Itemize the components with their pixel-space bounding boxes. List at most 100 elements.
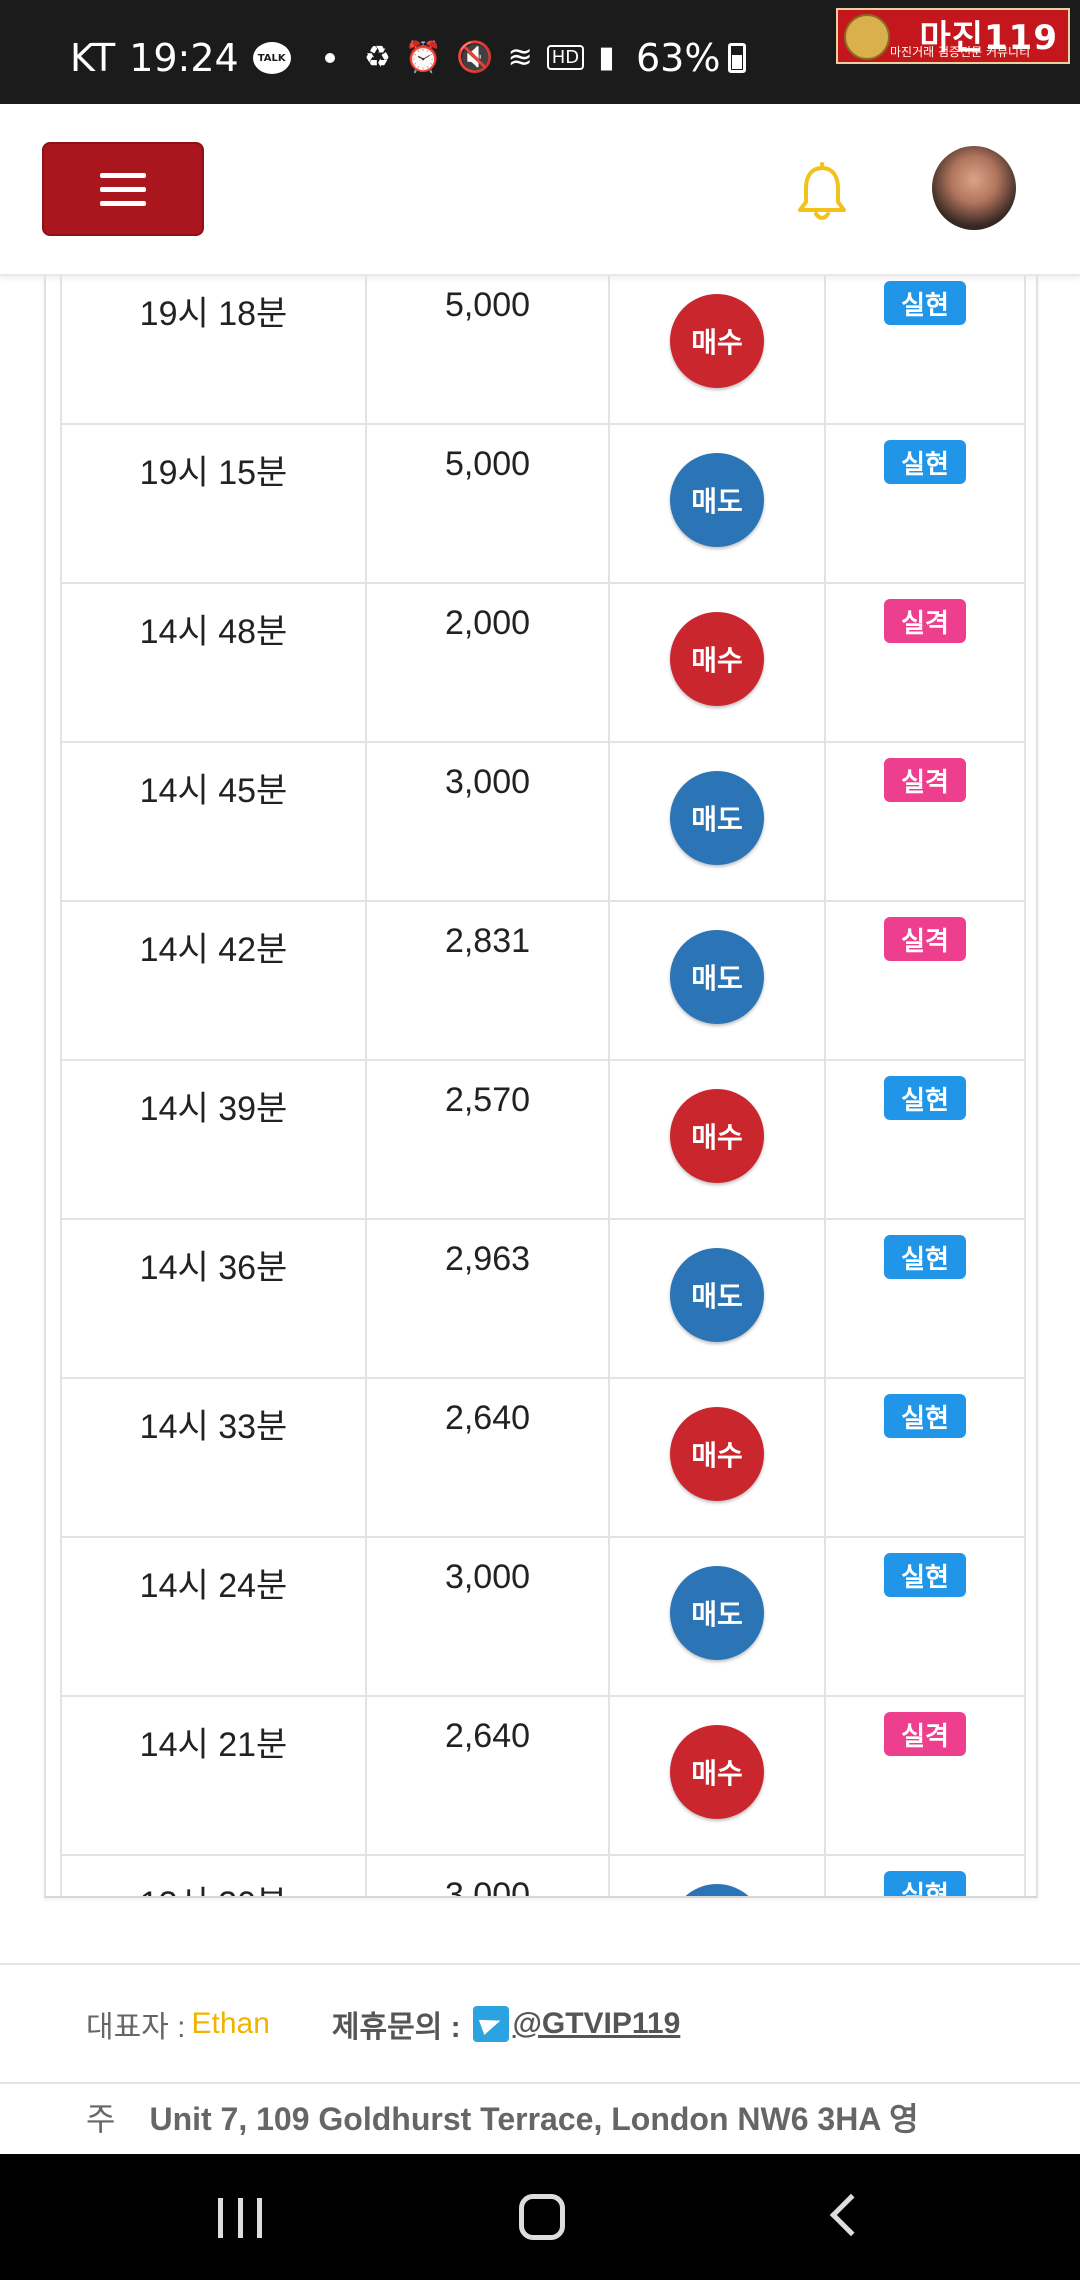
side-cell: 매도 — [610, 1538, 826, 1697]
result-cell: 실현 — [826, 276, 1026, 425]
result-badge: 실현 — [884, 1076, 966, 1120]
address-key: 주 — [86, 2101, 116, 2137]
time-text: 13시 30분 — [62, 1876, 365, 1896]
contact-link[interactable]: @GTVIP119 — [513, 2007, 681, 2041]
rep-name: Ethan — [191, 2007, 270, 2040]
wifi-icon: ≋ — [507, 40, 533, 75]
time-cell: 14시 39분 — [60, 1061, 367, 1220]
amount-text: 3,000 — [444, 763, 531, 801]
result-badge: 실현 — [884, 1553, 966, 1597]
hd-icon: HD — [546, 45, 585, 70]
table-row: 14시 36분 2,963 매도 실현 — [60, 1220, 1026, 1379]
side-buy-badge: 매수 — [670, 612, 764, 706]
time-cell: 13시 30분 — [60, 1856, 367, 1896]
logo-subtitle: 마진거래 검증전문 커뮤니티 — [890, 45, 1031, 59]
result-badge: 실격 — [884, 1712, 966, 1756]
table-row: 14시 48분 2,000 매수 실격 — [60, 584, 1026, 743]
app-header — [0, 104, 1080, 276]
amount-text: 2,640 — [444, 1399, 531, 1437]
result-badge: 실현 — [884, 1871, 966, 1896]
result-cell: 실격 — [826, 584, 1026, 743]
status-left: KT 19:24 TALK — [70, 36, 335, 80]
side-cell: 매수 — [610, 584, 826, 743]
amount-text: 2,640 — [444, 1717, 531, 1755]
side-sell-badge: 매도 — [670, 930, 764, 1024]
telegram-icon[interactable] — [472, 2006, 509, 2042]
result-badge: 실현 — [884, 1394, 966, 1438]
side-cell: 매도 — [610, 1856, 826, 1896]
table-row: 19시 18분 5,000 매수 실현 — [60, 276, 1026, 425]
footer-divider — [0, 1963, 1080, 1965]
time-cell: 14시 36분 — [60, 1220, 367, 1379]
result-cell: 실격 — [826, 743, 1026, 902]
amount-text: 2,000 — [444, 604, 531, 642]
table-row: 13시 30분 3,000 매도 실현 — [60, 1856, 1026, 1898]
menu-button[interactable] — [42, 142, 204, 236]
side-cell: 매도 — [610, 902, 826, 1061]
back-icon[interactable] — [829, 2193, 873, 2237]
side-sell-badge: 매도 — [670, 1566, 764, 1660]
time-text: 14시 21분 — [139, 1726, 288, 1764]
time-text: 14시 24분 — [139, 1567, 288, 1605]
time-cell: 14시 21분 — [60, 1697, 367, 1856]
system-nav-bar — [0, 2154, 1080, 2280]
side-cell: 매도 — [610, 743, 826, 902]
time-text: 19시 15분 — [139, 454, 288, 492]
amount-cell: 5,000 — [367, 276, 610, 425]
result-badge: 실현 — [884, 440, 966, 484]
amount-text: 2,963 — [444, 1240, 531, 1278]
table-row: 14시 24분 3,000 매도 실현 — [60, 1538, 1026, 1697]
time-text: 19시 18분 — [139, 295, 288, 333]
footer-address: 주 Unit 7, 109 Goldhurst Terrace, London N… — [86, 2094, 919, 2140]
result-cell: 실현 — [826, 425, 1026, 584]
amount-cell: 5,000 — [367, 425, 610, 584]
side-sell-badge: 매도 — [670, 771, 764, 865]
recent-apps-icon[interactable] — [218, 2198, 262, 2238]
time-text: 14시 45분 — [139, 772, 288, 810]
carrier: KT — [70, 36, 116, 80]
contact-label: 제휴문의 : — [331, 2011, 461, 2044]
home-icon[interactable] — [519, 2194, 565, 2240]
side-sell-badge: 매도 — [670, 1884, 764, 1896]
amount-cell: 2,640 — [367, 1697, 610, 1856]
result-badge: 실격 — [884, 599, 966, 643]
result-cell: 실현 — [826, 1379, 1026, 1538]
clock: 19:24 — [129, 36, 239, 80]
time-text: 14시 48분 — [139, 613, 288, 651]
side-cell: 매수 — [610, 1061, 826, 1220]
side-buy-badge: 매수 — [670, 1089, 764, 1183]
side-buy-badge: 매수 — [670, 294, 764, 388]
side-buy-badge: 매수 — [670, 1725, 764, 1819]
side-sell-badge: 매도 — [670, 453, 764, 547]
time-cell: 19시 15분 — [60, 425, 367, 584]
trade-rows: 19시 18분 5,000 매수 실현 19시 15분 5,000 매도 실현 14시 48분 2… — [60, 276, 1026, 1898]
avatar[interactable] — [932, 146, 1016, 230]
bell-icon[interactable] — [794, 162, 850, 226]
amount-cell: 2,963 — [367, 1220, 610, 1379]
result-badge: 실격 — [884, 758, 966, 802]
amount-text: 3,000 — [444, 1876, 531, 1898]
side-cell: 매도 — [610, 1220, 826, 1379]
table-row: 14시 39분 2,570 매수 실현 — [60, 1061, 1026, 1220]
time-cell: 19시 18분 — [60, 276, 367, 425]
amount-cell: 3,000 — [367, 743, 610, 902]
result-cell: 실현 — [826, 1220, 1026, 1379]
side-cell: 매수 — [610, 1379, 826, 1538]
result-cell: 실현 — [826, 1856, 1026, 1896]
side-cell: 매수 — [610, 1697, 826, 1856]
amount-cell: 2,000 — [367, 584, 610, 743]
amount-cell: 2,570 — [367, 1061, 610, 1220]
emblem-icon — [844, 14, 890, 60]
kakaotalk-icon: TALK — [252, 42, 291, 74]
time-cell: 14시 42분 — [60, 902, 367, 1061]
table-row: 19시 15분 5,000 매도 실현 — [60, 425, 1026, 584]
amount-cell: 3,000 — [367, 1856, 610, 1898]
footer-divider-2 — [0, 2082, 1080, 2084]
result-cell: 실격 — [826, 1697, 1026, 1856]
site-logo: 마진119 마진거래 검증전문 커뮤니티 — [836, 8, 1070, 64]
rep-label: 대표자 : — [86, 2011, 186, 2044]
amount-text: 2,570 — [444, 1081, 531, 1119]
notification-dot-icon — [324, 53, 335, 63]
side-cell: 매수 — [610, 276, 826, 425]
result-cell: 실현 — [826, 1061, 1026, 1220]
